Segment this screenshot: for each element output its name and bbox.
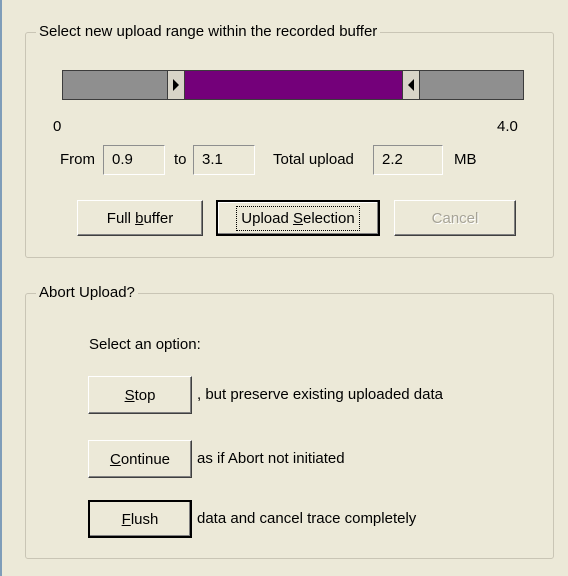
continue-button-label: Continue bbox=[109, 450, 171, 468]
select-option-prompt: Select an option: bbox=[89, 336, 201, 353]
flush-description: data and cancel trace completely bbox=[197, 510, 417, 527]
to-label: to bbox=[174, 151, 187, 168]
continue-button[interactable]: Continue bbox=[88, 440, 192, 478]
slider-max-label: 4.0 bbox=[497, 118, 518, 135]
upload-range-group-title: Select new upload range within the recor… bbox=[36, 23, 381, 41]
full-buffer-button[interactable]: Full buffer bbox=[77, 200, 203, 236]
slider-min-label: 0 bbox=[53, 118, 62, 135]
selected-range-bar bbox=[167, 71, 420, 99]
upload-range-slider[interactable] bbox=[62, 70, 524, 100]
stop-description: , but preserve existing uploaded data bbox=[197, 386, 443, 403]
from-label: From bbox=[60, 151, 95, 168]
total-upload-field: 2.2 bbox=[373, 145, 443, 175]
flush-button[interactable]: Flush bbox=[88, 500, 192, 538]
unit-label: MB bbox=[454, 151, 477, 168]
upload-selection-button[interactable]: Upload Selection bbox=[216, 200, 380, 236]
to-value-field: 3.1 bbox=[193, 145, 255, 175]
cancel-button[interactable]: Cancel bbox=[394, 200, 516, 236]
stop-button[interactable]: Stop bbox=[88, 376, 192, 414]
cancel-button-label: Cancel bbox=[431, 209, 479, 227]
full-buffer-button-label: Full buffer bbox=[106, 209, 174, 227]
range-start-handle[interactable] bbox=[167, 70, 185, 100]
total-upload-label: Total upload bbox=[273, 151, 354, 168]
abort-upload-group-title: Abort Upload? bbox=[36, 284, 138, 302]
window-left-border bbox=[0, 0, 2, 576]
stop-button-label: Stop bbox=[124, 386, 156, 404]
upload-selection-button-label: Upload Selection bbox=[236, 205, 360, 231]
triangle-left-icon bbox=[408, 79, 414, 91]
from-value-field: 0.9 bbox=[103, 145, 165, 175]
range-end-handle[interactable] bbox=[402, 70, 420, 100]
triangle-right-icon bbox=[173, 79, 179, 91]
flush-button-label: Flush bbox=[121, 510, 159, 528]
continue-description: as if Abort not initiated bbox=[197, 450, 345, 467]
